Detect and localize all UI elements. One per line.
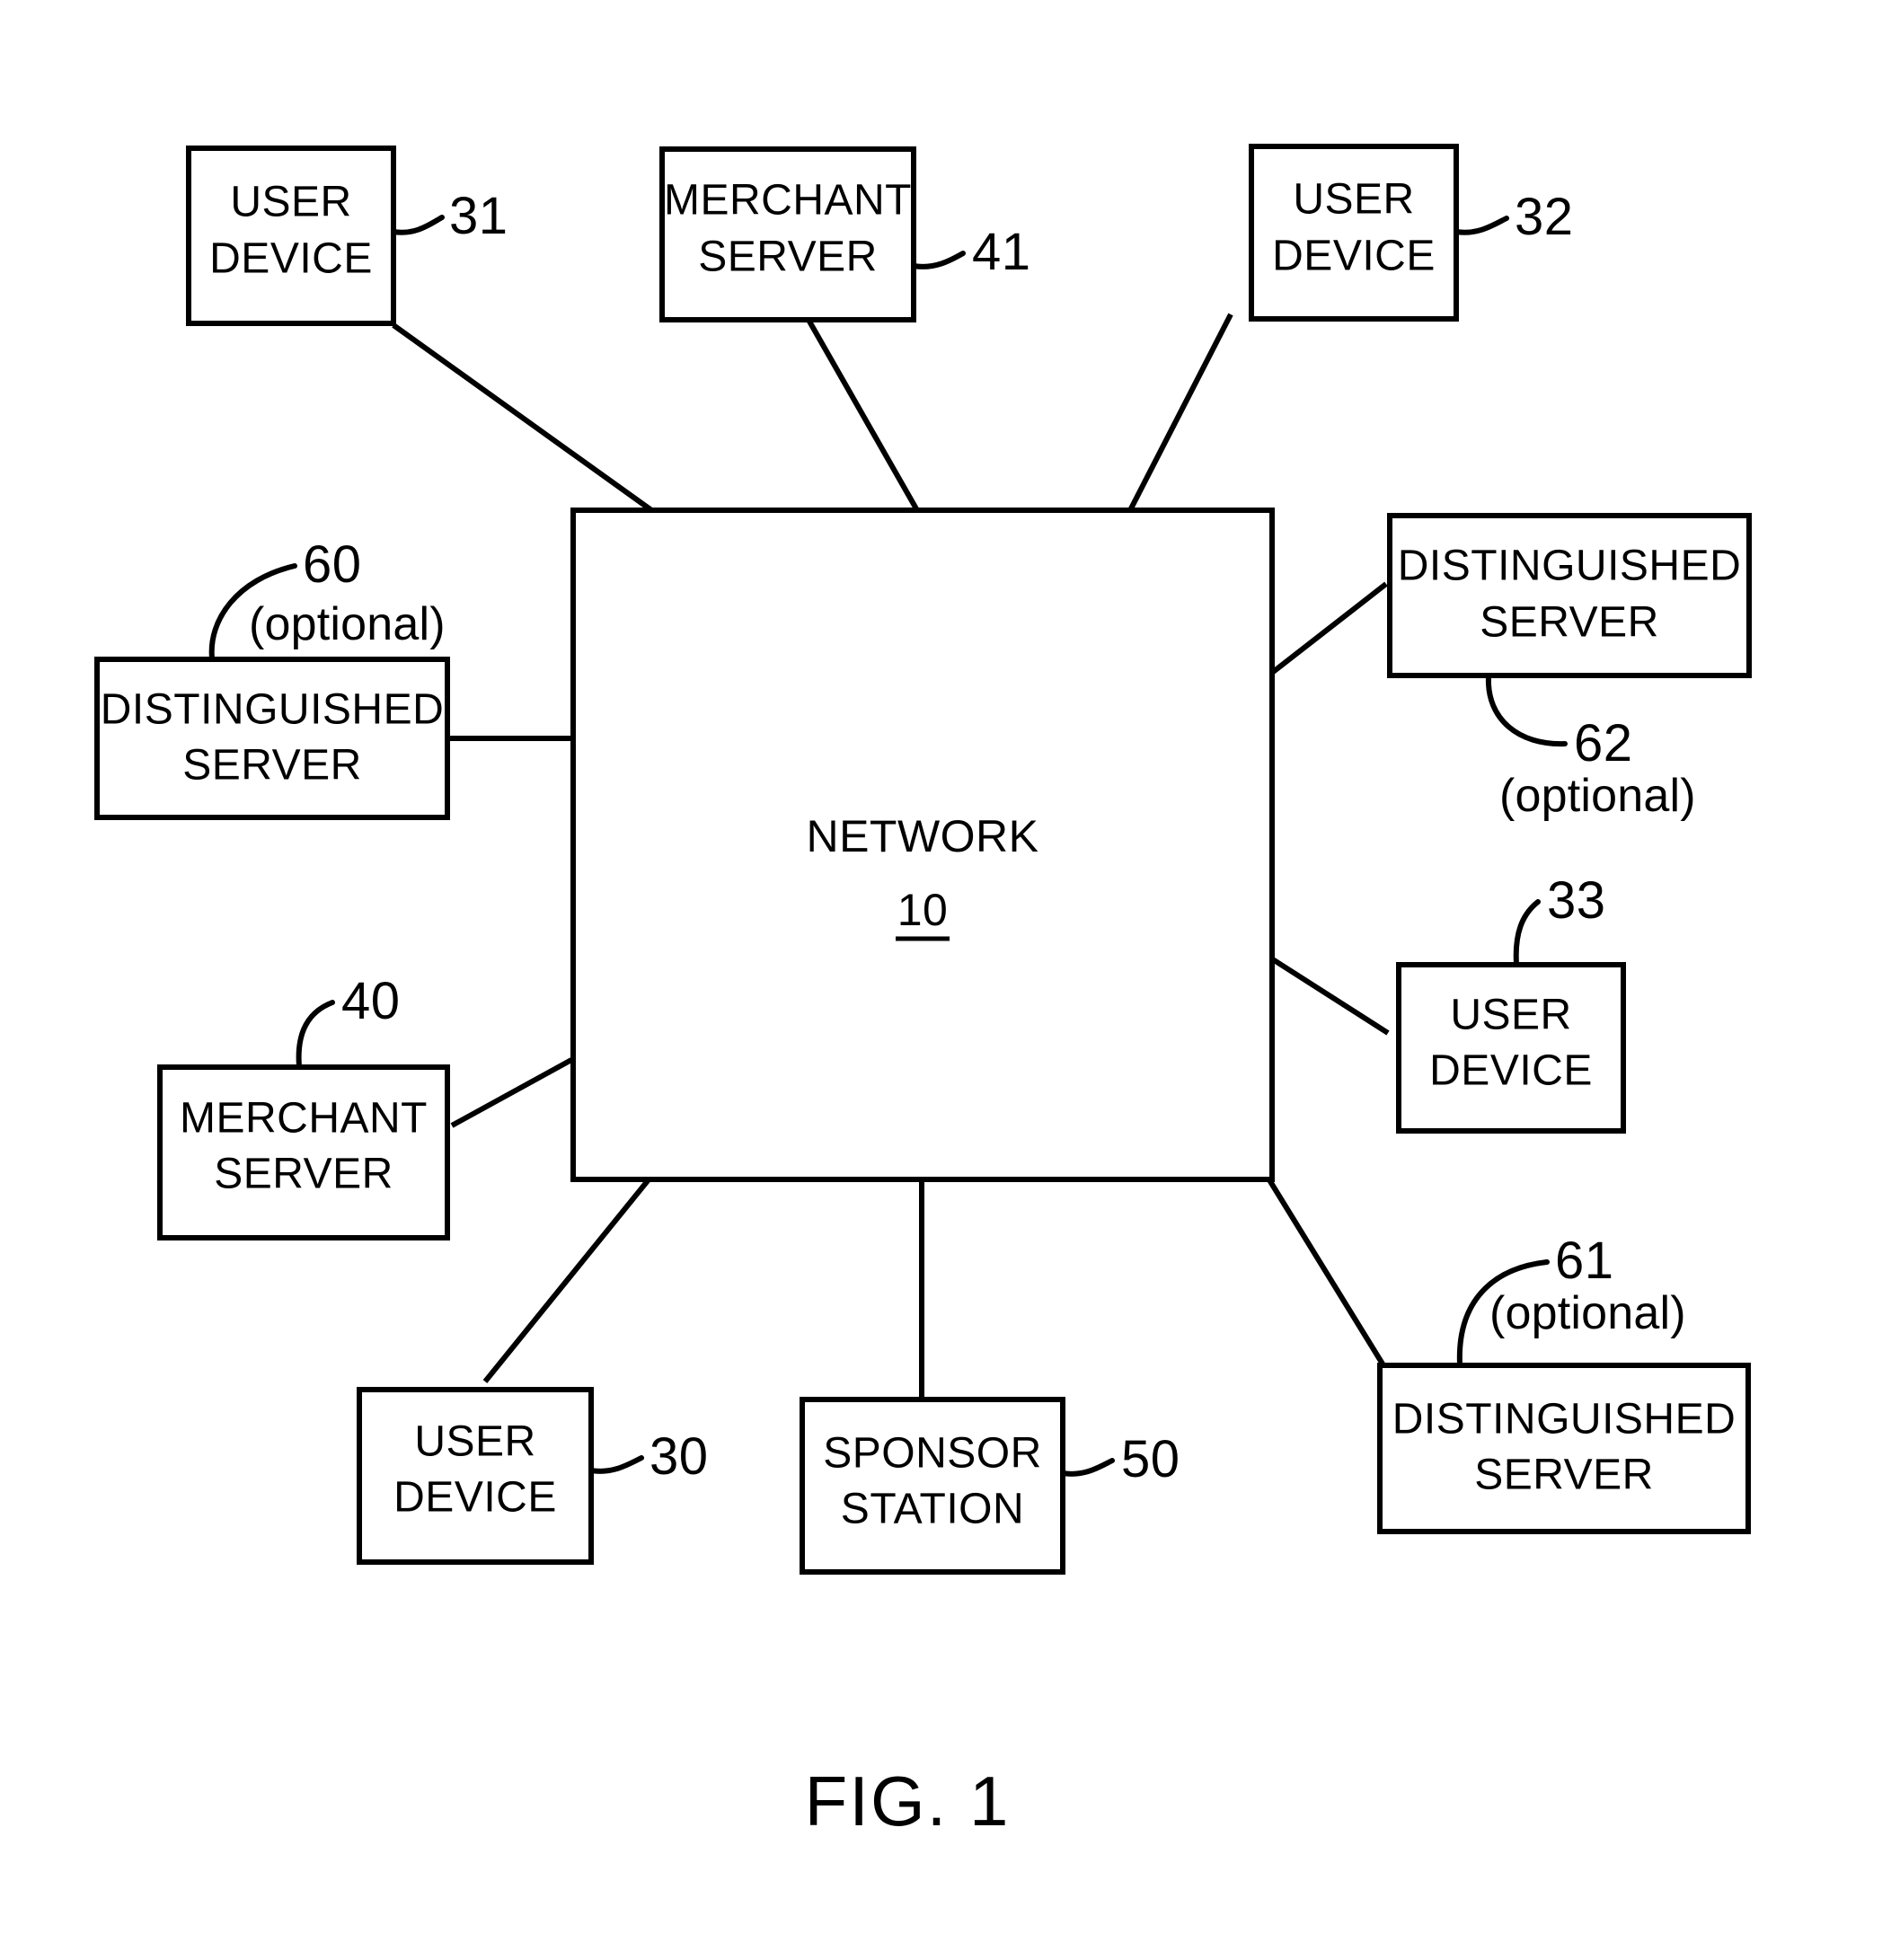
user-device-31-reference: 31 — [449, 187, 508, 245]
distinguished-server-62-label-line1: DISTINGUISHED — [1398, 543, 1742, 590]
user-device-32-reference: 32 — [1515, 188, 1574, 246]
user-device-33-reference: 33 — [1547, 871, 1606, 930]
link-network-to-user-device-33 — [1267, 954, 1390, 1036]
node-distinguished-server-62[interactable]: DISTINGUISHED SERVER 62 (optional) — [1387, 513, 1752, 822]
figure-caption: FIG. 1 — [805, 1761, 1011, 1841]
distinguished-server-60-optional-note: (optional) — [249, 598, 446, 650]
sponsor-station-50-leader — [1060, 1458, 1115, 1477]
user-device-30-leader — [588, 1455, 644, 1474]
link-network-to-merchant-server-41 — [806, 318, 921, 514]
merchant-server-41-label-line1: MERCHANT — [664, 177, 912, 225]
link-network-to-user-device-31 — [392, 322, 656, 515]
sponsor-station-50-label-line1: SPONSOR — [823, 1430, 1042, 1478]
merchant-server-41-reference: 41 — [972, 223, 1031, 281]
user-device-30-label-line2: DEVICE — [393, 1474, 557, 1522]
distinguished-server-62-box[interactable] — [1387, 513, 1752, 678]
merchant-server-40-reference: 40 — [341, 972, 401, 1030]
distinguished-server-62-reference: 62 — [1574, 714, 1633, 773]
link-network-to-distinguished-server-62 — [1267, 581, 1388, 678]
user-device-33-label-line1: USER — [1450, 992, 1571, 1039]
distinguished-server-61-box[interactable] — [1377, 1363, 1751, 1534]
network-hub-reference: 10 — [897, 885, 949, 935]
node-merchant-server-41[interactable]: MERCHANT SERVER 41 — [659, 146, 1031, 322]
node-sponsor-station-50[interactable]: SPONSOR STATION 50 — [800, 1397, 1180, 1575]
distinguished-server-62-leader — [1485, 675, 1568, 747]
node-merchant-server-40[interactable]: MERCHANT SERVER 40 — [157, 972, 450, 1240]
merchant-server-40-leader — [296, 1000, 335, 1069]
user-device-33-label-line2: DEVICE — [1429, 1047, 1593, 1095]
figure-root: NETWORK 10 USER DEVICE 31 MERCHANT SERVE… — [0, 0, 1900, 1960]
distinguished-server-62-label-line2: SERVER — [1480, 599, 1659, 647]
distinguished-server-60-box[interactable] — [94, 657, 450, 820]
merchant-server-41-label-line2: SERVER — [698, 234, 878, 281]
user-device-31-leader — [391, 215, 445, 235]
user-device-30-label-line1: USER — [414, 1418, 535, 1466]
node-user-device-32[interactable]: USER DEVICE 32 — [1249, 144, 1574, 322]
merchant-server-40-label-line1: MERCHANT — [180, 1095, 428, 1143]
user-device-32-label-line2: DEVICE — [1272, 233, 1436, 280]
user-device-30-reference: 30 — [650, 1427, 709, 1486]
node-distinguished-server-61[interactable]: DISTINGUISHED SERVER 61 (optional) — [1377, 1232, 1751, 1534]
user-device-31-label-line2: DEVICE — [209, 235, 373, 283]
user-device-31-label-line1: USER — [230, 179, 351, 226]
distinguished-server-61-reference: 61 — [1555, 1232, 1614, 1290]
distinguished-server-61-label-line1: DISTINGUISHED — [1392, 1396, 1737, 1444]
distinguished-server-60-label-line1: DISTINGUISHED — [101, 686, 445, 734]
distinguished-server-60-label-line2: SERVER — [182, 742, 362, 790]
user-device-33-leader — [1513, 899, 1541, 967]
sponsor-station-50-label-line2: STATION — [841, 1486, 1024, 1533]
user-device-32-leader — [1454, 216, 1509, 235]
sponsor-station-50-reference: 50 — [1121, 1430, 1180, 1488]
distinguished-server-61-label-line2: SERVER — [1474, 1452, 1654, 1499]
merchant-server-41-leader — [911, 251, 966, 269]
link-network-to-user-device-32 — [1126, 313, 1233, 516]
user-device-32-label-line1: USER — [1293, 176, 1414, 224]
link-network-to-user-device-30 — [482, 1177, 652, 1383]
node-user-device-30[interactable]: USER DEVICE 30 — [357, 1387, 709, 1565]
link-network-to-merchant-server-40 — [450, 1057, 573, 1128]
link-network-to-distinguished-server-61 — [1266, 1177, 1386, 1367]
network-block-diagram: NETWORK 10 USER DEVICE 31 MERCHANT SERVE… — [94, 144, 1752, 1841]
node-user-device-31[interactable]: USER DEVICE 31 — [186, 146, 508, 326]
network-hub-label: NETWORK — [806, 811, 1038, 861]
network-hub[interactable]: NETWORK 10 — [570, 508, 1275, 1182]
distinguished-server-60-reference: 60 — [303, 535, 362, 594]
merchant-server-40-label-line2: SERVER — [214, 1151, 393, 1198]
node-distinguished-server-60[interactable]: DISTINGUISHED SERVER 60 (optional) — [94, 535, 450, 820]
node-user-device-33[interactable]: USER DEVICE 33 — [1396, 871, 1626, 1134]
distinguished-server-61-optional-note: (optional) — [1489, 1287, 1686, 1339]
distinguished-server-62-optional-note: (optional) — [1499, 770, 1696, 822]
